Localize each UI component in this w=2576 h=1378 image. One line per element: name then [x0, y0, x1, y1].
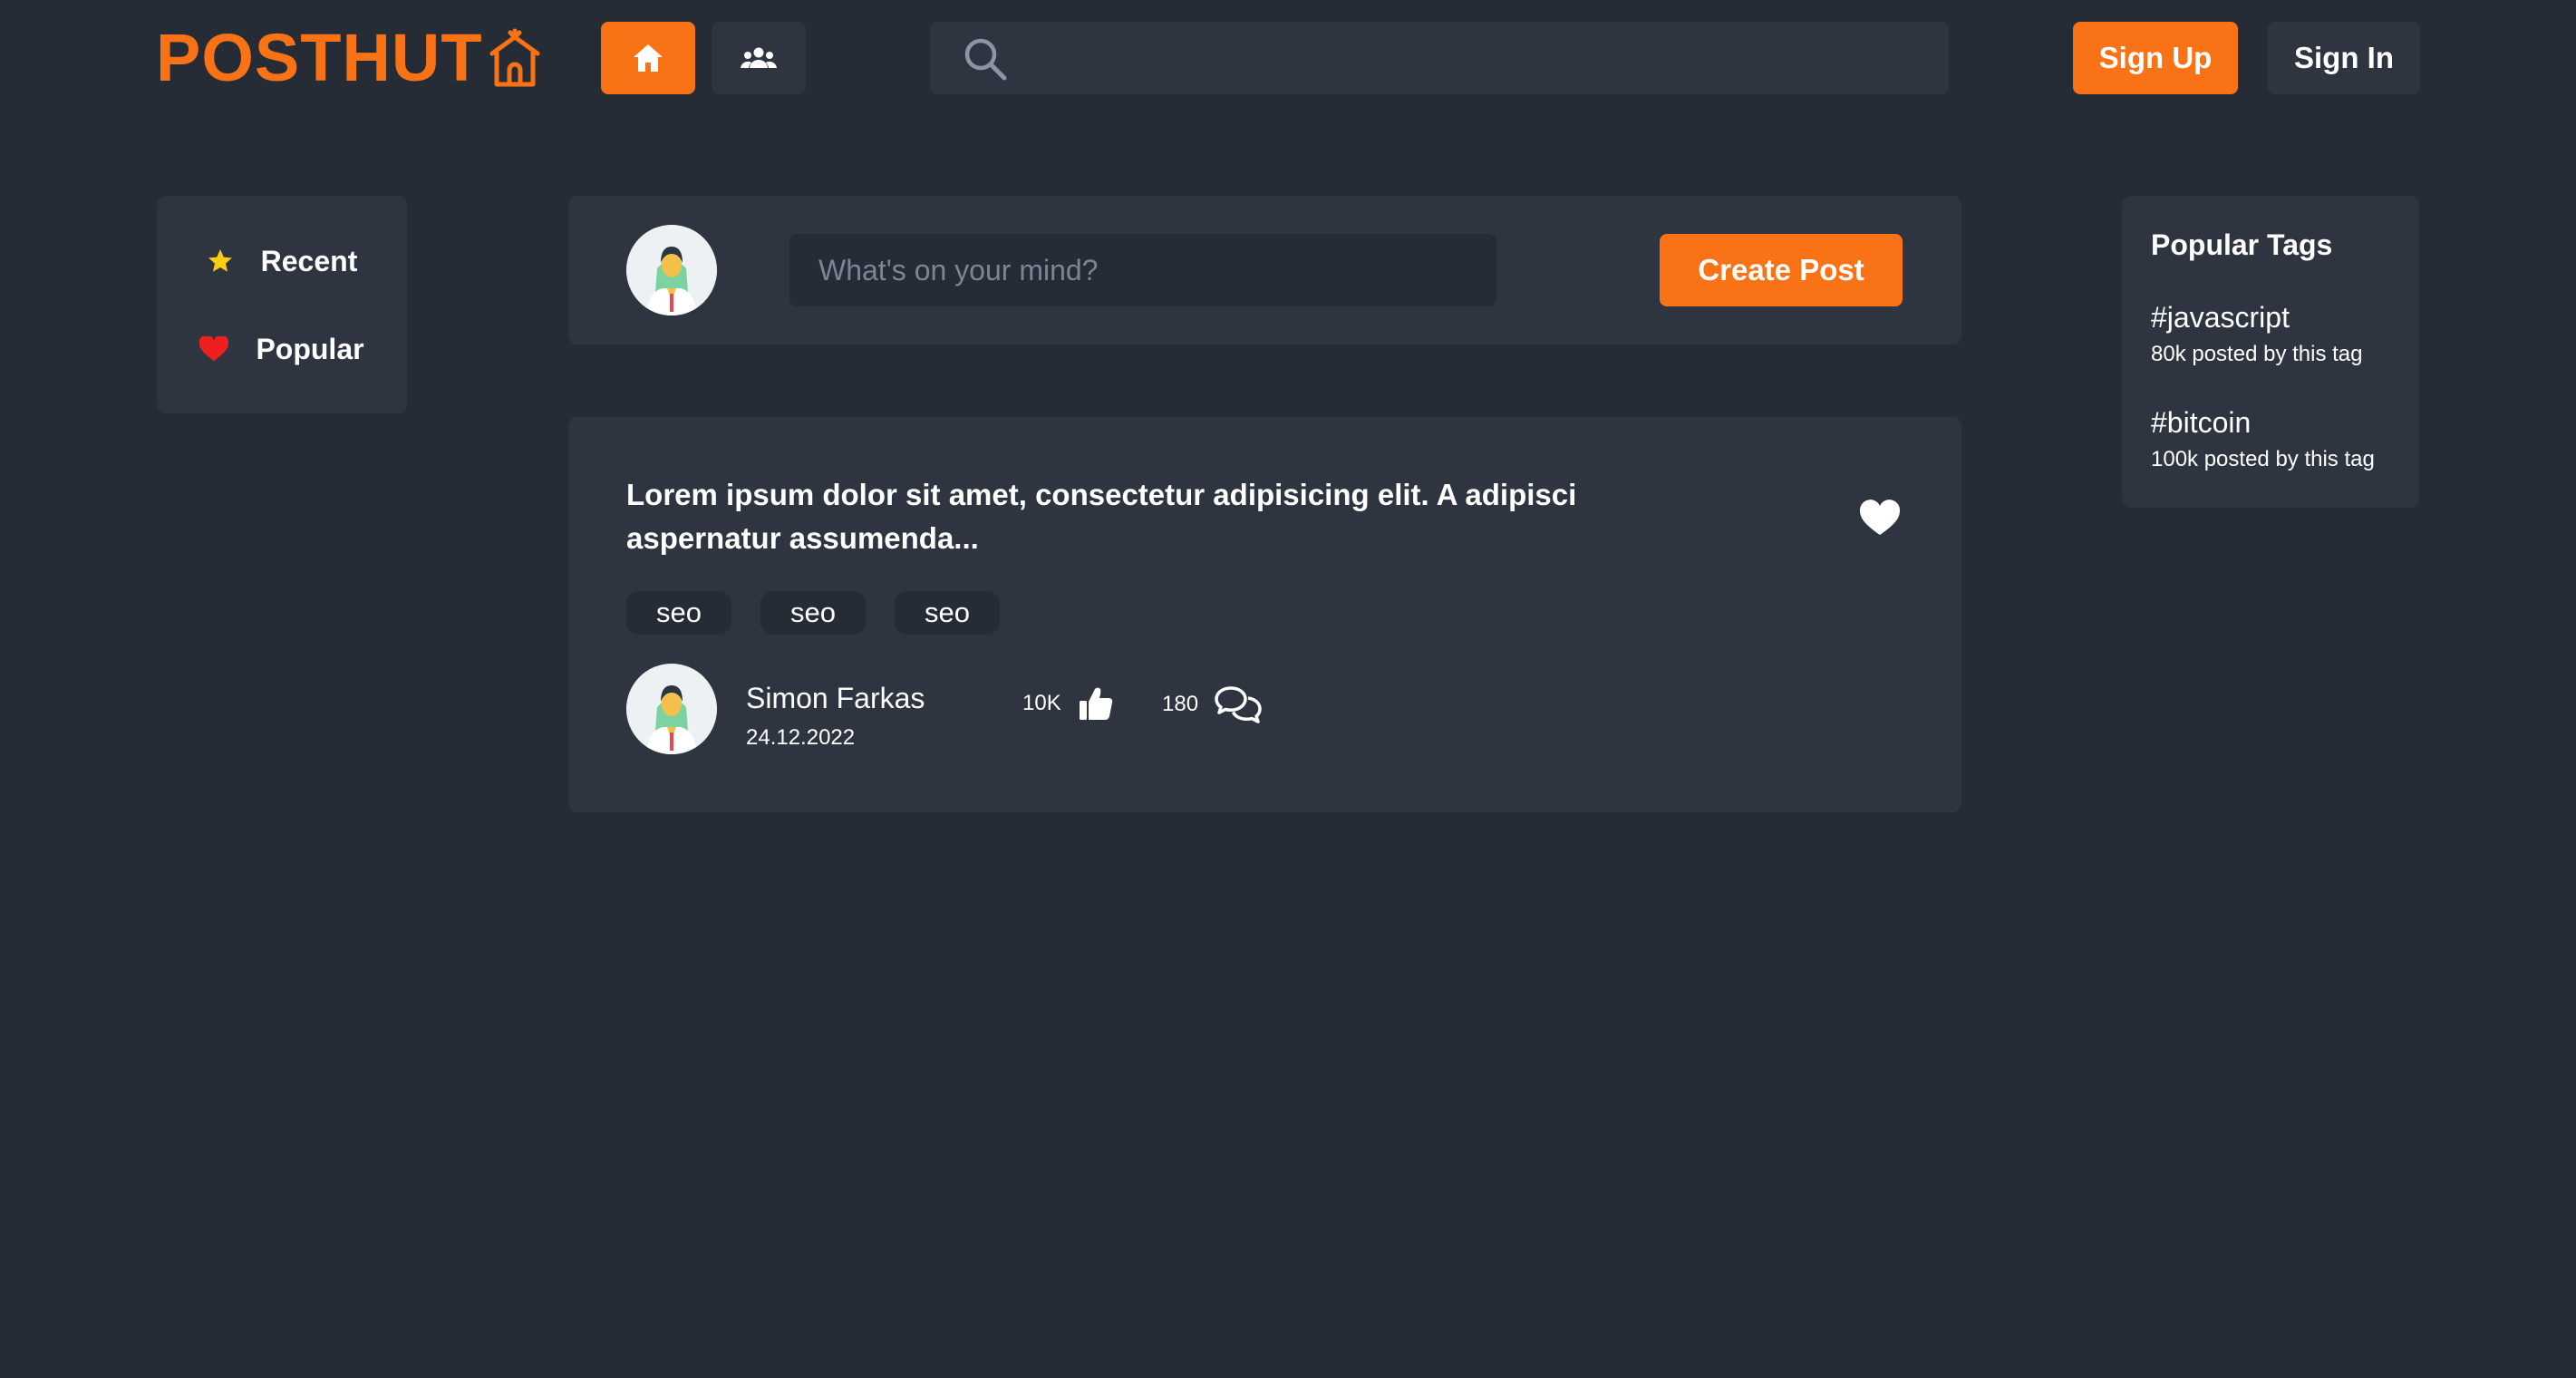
popular-tags-heading: Popular Tags — [2151, 228, 2333, 261]
popular-tag-count: 80k posted by this tag — [2151, 342, 2363, 366]
create-post-button[interactable]: Create Post — [1660, 234, 1903, 306]
star-icon — [208, 249, 232, 272]
search-bar[interactable] — [930, 22, 1949, 94]
sidebar-item-recent[interactable]: Recent — [157, 234, 407, 288]
popular-tags-card: Popular Tags #javascript 80k posted by t… — [2122, 196, 2419, 508]
post-title[interactable]: Lorem ipsum dolor sit amet, consectetur … — [626, 473, 1732, 560]
sidebar — [157, 196, 407, 413]
sidebar-item-label: Recent — [260, 244, 358, 277]
popular-tag-name[interactable]: #bitcoin — [2151, 406, 2375, 440]
post-composer-input[interactable] — [789, 234, 1496, 306]
sign-up-button[interactable]: Sign Up — [2073, 22, 2238, 94]
post-card[interactable]: Lorem ipsum dolor sit amet, consectetur … — [568, 417, 1961, 812]
popular-tag-item[interactable]: #bitcoin 100k posted by this tag — [2151, 406, 2375, 472]
tag-chip[interactable]: seo — [760, 591, 866, 635]
thumbs-up-icon[interactable] — [1078, 685, 1114, 722]
avatar[interactable] — [626, 225, 717, 315]
tag-chip[interactable]: seo — [626, 591, 731, 635]
sign-in-button[interactable]: Sign In — [2268, 22, 2420, 94]
like-counter[interactable]: 10K — [1022, 685, 1114, 722]
create-post-card: Create Post — [568, 196, 1961, 344]
comments-icon[interactable] — [1215, 685, 1262, 723]
house-logo-icon — [489, 28, 540, 87]
like-count: 10K — [1022, 691, 1061, 715]
comment-counter[interactable]: 180 — [1162, 685, 1262, 723]
sidebar-item-popular[interactable]: Popular — [157, 322, 407, 376]
post-date: 24.12.2022 — [746, 725, 856, 750]
home-icon — [634, 44, 663, 72]
popular-tag-name[interactable]: #javascript — [2151, 301, 2362, 335]
search-input[interactable] — [1021, 31, 1931, 85]
tag-chip[interactable]: seo — [895, 591, 1000, 635]
heart-icon — [199, 336, 229, 361]
sidebar-item-label: Popular — [256, 332, 364, 365]
popular-tag-count: 100k posted by this tag — [2151, 447, 2375, 471]
author-name[interactable]: Simon Farkas — [746, 682, 925, 715]
popular-tag-item[interactable]: #javascript 80k posted by this tag — [2151, 301, 2362, 367]
comment-count: 180 — [1162, 692, 1199, 716]
users-icon — [741, 47, 777, 68]
home-nav-button[interactable] — [601, 22, 695, 94]
logo-text: POSTHUT — [156, 20, 483, 95]
logo[interactable]: POSTHUT — [156, 20, 541, 96]
favorite-heart-icon[interactable] — [1859, 499, 1901, 537]
author-avatar[interactable] — [626, 664, 717, 754]
search-icon[interactable] — [963, 36, 1008, 82]
post-tags: seo seo seo — [626, 591, 1000, 635]
groups-nav-button[interactable] — [712, 22, 806, 94]
